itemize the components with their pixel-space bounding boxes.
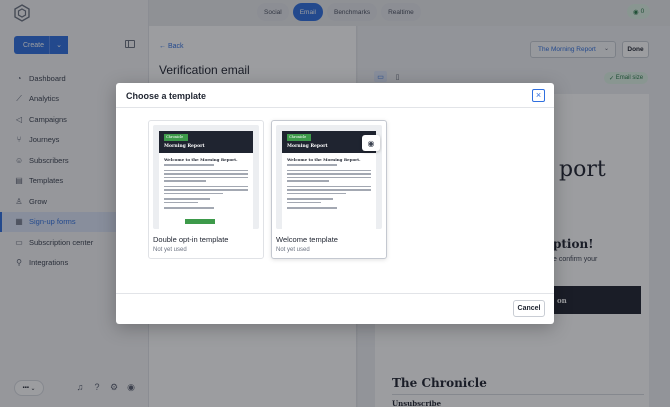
newsletter-name: Morning Report [164, 144, 205, 149]
email-welcome-line: Welcome to the Morning Report. [287, 157, 361, 162]
close-icon[interactable]: × [532, 89, 545, 102]
template-card-name: Double opt-in template [153, 235, 229, 244]
dialog-divider [116, 107, 554, 108]
template-card-name: Welcome template [276, 235, 338, 244]
email-welcome-line: Welcome to the Morning Report. [164, 157, 238, 162]
brand-logo: Chronicle [287, 134, 311, 141]
eye-icon[interactable]: ◉ [362, 135, 380, 151]
template-thumbnail: Chronicle Morning Report Welcome to the … [276, 125, 382, 229]
template-email-mock: Chronicle Morning Report Welcome to the … [159, 131, 253, 229]
template-thumbnail: Chronicle Morning Report Welcome to the … [153, 125, 259, 229]
email-header: Chronicle Morning Report [159, 131, 253, 153]
template-card-status: Not yet used [153, 247, 187, 253]
choose-template-dialog: Choose a template × Chronicle Morning Re… [116, 83, 554, 324]
newsletter-name: Morning Report [287, 144, 328, 149]
email-body-lines [287, 164, 371, 211]
dialog-title: Choose a template [126, 91, 207, 101]
brand-logo: Chronicle [164, 134, 188, 141]
template-card-double-opt-in[interactable]: Chronicle Morning Report Welcome to the … [148, 120, 264, 259]
dialog-footer-divider [116, 293, 554, 294]
email-body-lines [164, 164, 248, 211]
cancel-button[interactable]: Cancel [513, 300, 545, 317]
template-card-welcome[interactable]: Chronicle Morning Report Welcome to the … [271, 120, 387, 259]
email-cta-button [185, 219, 215, 224]
template-card-status: Not yet used [276, 247, 310, 253]
